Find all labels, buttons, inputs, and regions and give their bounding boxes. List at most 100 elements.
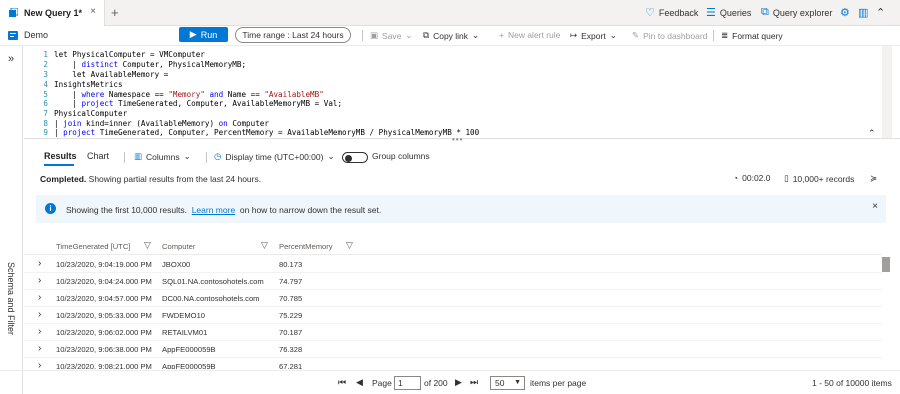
format-label: Format query: [732, 30, 783, 41]
chevron-down-icon: ⌄: [405, 30, 413, 40]
close-banner-icon[interactable]: ×: [872, 201, 878, 212]
table-scrollbar[interactable]: [882, 257, 890, 369]
info-banner: i Showing the first 10,000 results. Lear…: [36, 195, 886, 223]
time-range-picker[interactable]: Time range : Last 24 hours: [235, 27, 351, 43]
table-row[interactable]: › 10/23/2020, 9:05:33.000 PM FWDEMO10 75.22…: [24, 307, 882, 324]
table-row[interactable]: › 10/23/2020, 9:04:57.000 PM DC00.NA.conto…: [24, 290, 882, 307]
table-cell: 70.187: [279, 328, 303, 337]
export-button[interactable]: ↦ Export ⌄: [570, 30, 617, 41]
table-body: › 10/23/2020, 9:04:19.000 PM JBOX00 80.173 ›…: [0, 256, 900, 369]
query-explorer-label: Query explorer: [772, 7, 833, 18]
group-columns-label: Group columns: [372, 151, 430, 161]
first-page-icon[interactable]: ⏮: [338, 377, 346, 388]
columns-label: Columns: [146, 151, 180, 162]
banner-text-before: Showing the first 10,000 results.: [66, 205, 187, 215]
banner-text: Showing the first 10,000 results. Learn …: [66, 205, 381, 215]
last-page-icon[interactable]: ⏭: [470, 377, 478, 388]
page-input[interactable]: 1: [394, 376, 421, 390]
splitter-grip-icon[interactable]: •••: [452, 135, 463, 144]
table-row[interactable]: › 10/23/2020, 9:06:38.000 PM AppFE000059B 7…: [24, 341, 882, 358]
queries-icon: ☰: [706, 7, 716, 19]
expand-results-icon[interactable]: ≽: [870, 173, 877, 184]
expand-rail-icon[interactable]: »: [8, 53, 14, 65]
code-line: | distinct Computer, PhysicalMemoryMB;: [54, 60, 247, 69]
expand-row-icon[interactable]: ›: [38, 309, 41, 320]
feedback-button[interactable]: ♡ Feedback: [645, 6, 698, 19]
new-alert-rule-button[interactable]: + New alert rule: [499, 30, 560, 40]
table-cell: 10/23/2020, 9:04:57.000 PM: [56, 294, 152, 303]
export-label: Export: [581, 30, 606, 41]
column-header-percentmemory[interactable]: PercentMemory: [279, 242, 333, 251]
group-columns-toggle[interactable]: [342, 152, 368, 163]
line-number: 1: [43, 50, 48, 59]
divider: [362, 30, 363, 41]
book-icon[interactable]: ▥: [858, 6, 868, 19]
expand-row-icon[interactable]: ›: [38, 343, 41, 354]
format-query-button[interactable]: ≣ Format query: [721, 30, 783, 41]
editor-scrollbar[interactable]: [882, 46, 892, 138]
column-header-timegenerated[interactable]: TimeGenerated [UTC]: [56, 242, 130, 251]
table-cell: SQL01.NA.contosohotels.com: [162, 277, 264, 286]
table-row[interactable]: › 10/23/2020, 9:04:24.000 PM SQL01.NA.cont…: [24, 273, 882, 290]
expand-row-icon[interactable]: ›: [38, 292, 41, 303]
tab-bar: New Query 1* × + ♡ Feedback ☰ Queries ⧉ …: [0, 0, 900, 26]
page-count: of 200: [424, 378, 448, 388]
table-cell: AppFE000059B: [162, 345, 216, 354]
query-tab[interactable]: New Query 1* ×: [0, 0, 105, 26]
tab-title: New Query 1*: [24, 8, 83, 18]
divider: [124, 152, 125, 163]
table-cell: 80.173: [279, 260, 303, 269]
pin-to-dashboard-button[interactable]: ✎ Pin to dashboard: [632, 30, 707, 41]
display-time-button[interactable]: ◷ Display time (UTC+00:00) ⌄: [214, 151, 335, 162]
next-page-icon[interactable]: ▶: [455, 377, 462, 388]
code-line: | project TimeGenerated, Computer, Perce…: [54, 128, 480, 137]
table-row[interactable]: › 10/23/2020, 9:04:19.000 PM JBOX00 80.173: [24, 256, 882, 273]
run-button[interactable]: ▶ Run: [179, 27, 228, 42]
command-bar: Demo ▶ Run Time range : Last 24 hours ▣ …: [0, 26, 900, 46]
filter-icon[interactable]: ▽: [346, 240, 353, 251]
clock-icon: ◷: [214, 151, 222, 161]
pin-label: Pin to dashboard: [643, 30, 708, 41]
queries-button[interactable]: ☰ Queries: [706, 6, 751, 19]
expand-row-icon[interactable]: ›: [38, 275, 41, 286]
collapse-header-icon[interactable]: ⌃: [876, 6, 885, 19]
table-cell: 74.797: [279, 277, 303, 286]
active-tab-indicator: [44, 164, 74, 166]
filter-icon[interactable]: ▽: [144, 240, 151, 251]
query-editor[interactable]: 1 2 3 4 5 6 7 8 9 let PhysicalComputer =…: [24, 46, 882, 138]
column-header-computer[interactable]: Computer: [162, 242, 195, 251]
query-explorer-button[interactable]: ⧉ Query explorer: [761, 6, 832, 19]
settings-icon[interactable]: ⚙: [840, 6, 850, 19]
format-icon: ≣: [721, 30, 729, 40]
per-page-value: 50: [495, 378, 505, 388]
line-number: 7: [43, 109, 48, 118]
export-icon: ↦: [570, 30, 578, 40]
expand-row-icon[interactable]: ›: [38, 258, 41, 269]
page-label: Page: [372, 378, 392, 388]
table-row[interactable]: › 10/23/2020, 9:08:21.000 PM AppFE000059B 6…: [24, 358, 882, 369]
status-message: Showing partial results from the last 24…: [88, 174, 262, 184]
close-tab-icon[interactable]: ×: [90, 6, 96, 17]
save-button[interactable]: ▣ Save ⌄: [370, 30, 413, 41]
query-icon: [9, 8, 18, 17]
feedback-label: Feedback: [658, 7, 699, 18]
workspace-selector[interactable]: Demo: [8, 30, 48, 40]
filter-icon[interactable]: ▽: [261, 240, 268, 251]
duration: ◔ 00:02.0: [733, 173, 771, 183]
new-tab-icon[interactable]: +: [111, 5, 119, 20]
columns-button[interactable]: ▥ Columns ⌄: [134, 151, 191, 162]
items-per-page-select[interactable]: 50 ▼: [490, 376, 525, 390]
tab-results[interactable]: Results: [44, 151, 77, 161]
table-row[interactable]: › 10/23/2020, 9:06:02.000 PM RETAILVM01 70.…: [24, 324, 882, 341]
scrollbar-thumb[interactable]: [882, 257, 890, 272]
code-line: let AvailableMemory =: [54, 70, 169, 79]
save-label: Save: [382, 30, 402, 41]
expand-row-icon[interactable]: ›: [38, 326, 41, 337]
learn-more-link[interactable]: Learn more: [192, 205, 235, 215]
prev-page-icon[interactable]: ◀: [356, 377, 363, 388]
table-cell: DC00.NA.contosohotels.com: [162, 294, 260, 303]
table-cell: 10/23/2020, 9:05:33.000 PM: [56, 311, 152, 320]
expand-row-icon[interactable]: ›: [38, 360, 41, 369]
copy-link-button[interactable]: ⧉ Copy link ⌄: [423, 30, 479, 41]
tab-chart[interactable]: Chart: [87, 151, 109, 161]
